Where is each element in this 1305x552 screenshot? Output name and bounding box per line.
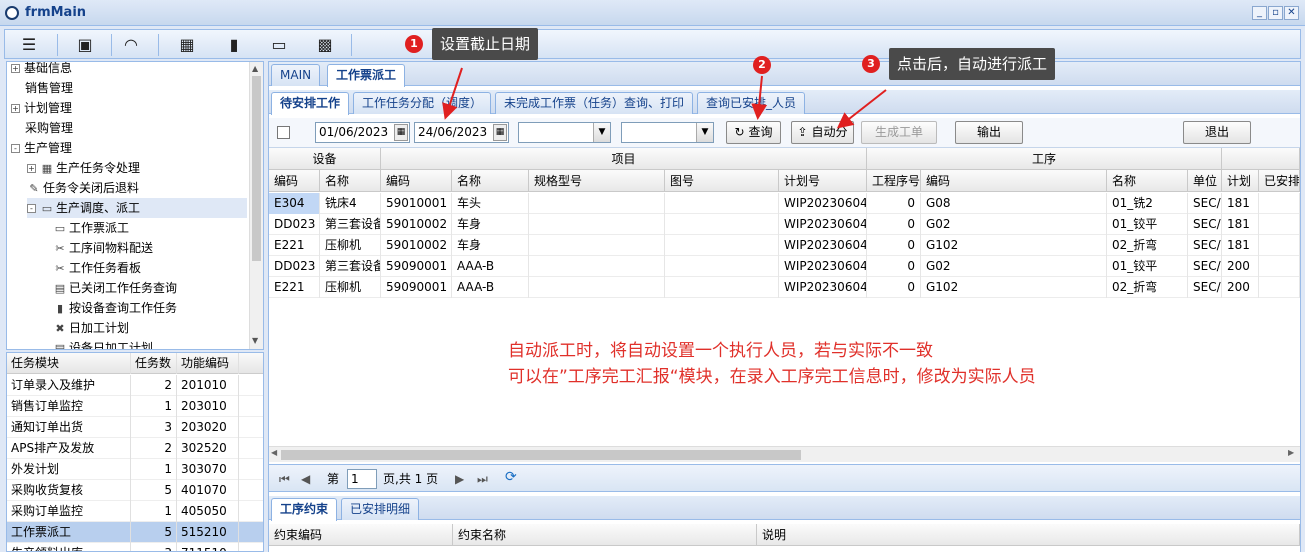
callout-1-badge: 1 [405, 35, 423, 53]
callout-2-badge: 2 [753, 56, 771, 74]
annotation-arrows [442, 67, 887, 129]
arrow-3 [836, 89, 887, 129]
callout-3-badge: 3 [862, 55, 880, 73]
callout-3-text: 点击后，自动进行派工 [889, 48, 1056, 80]
arrow-1 [442, 67, 463, 120]
arrow-2 [751, 75, 768, 120]
note-line-2: 可以在”工序完工汇报“模块，在录入工序完工信息时，修改为实际人员 [508, 367, 1036, 387]
callout-1-text: 设置截止日期 [432, 28, 539, 60]
note-line-1: 自动派工时，将自动设置一个执行人员，若与实际不一致 [508, 341, 933, 361]
